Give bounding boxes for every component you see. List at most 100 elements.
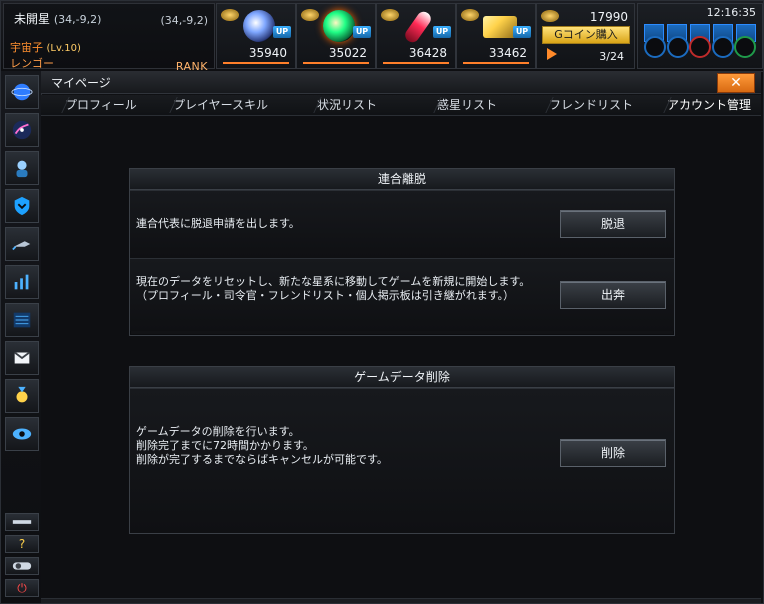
left-nav: ? ⏻ bbox=[1, 71, 42, 603]
user-subtitle: レンゴー bbox=[10, 57, 54, 70]
planet-name-line: 未開星 (34,-9,2) bbox=[14, 10, 101, 27]
window-title: マイページ bbox=[51, 76, 111, 90]
row-text: 現在のデータをリセットし、新たな星系に移動してゲームを新規に開始します。 （プロ… bbox=[136, 275, 530, 303]
settings-icon[interactable] bbox=[5, 513, 39, 531]
planet-icon[interactable] bbox=[5, 75, 39, 109]
commander-icon[interactable] bbox=[5, 151, 39, 185]
resource-bar-fill bbox=[223, 62, 289, 64]
tab-label: 惑星リスト bbox=[437, 98, 498, 112]
help-glyph: ? bbox=[18, 537, 26, 551]
coin-count: 17990 bbox=[589, 10, 628, 24]
fuel-capsule-icon bbox=[402, 9, 434, 45]
row-text-line: （プロフィール・司令官・フレンドリスト・個人掲示板は引き継がれます。） bbox=[136, 289, 515, 302]
resource-value: 33462 bbox=[488, 46, 527, 60]
ring-indicator bbox=[666, 36, 689, 58]
planet-coords-right: (34,-9,2) bbox=[160, 14, 208, 27]
user-name: 宇宙子 bbox=[10, 41, 43, 54]
ship-icon[interactable] bbox=[5, 227, 39, 261]
ring-indicator bbox=[689, 36, 711, 58]
status-panel: 12:16:35 bbox=[637, 3, 763, 69]
eye-icon bbox=[461, 9, 479, 21]
tab-label: プレイヤースキル bbox=[173, 98, 269, 112]
resource-fuel[interactable]: UP 36428 bbox=[376, 3, 456, 69]
resource-metal[interactable]: UP 35940 bbox=[216, 3, 296, 69]
tab-profile[interactable]: プロフィール bbox=[51, 95, 137, 115]
eye-icon bbox=[221, 9, 239, 21]
tab-player-skill[interactable]: プレイヤースキル bbox=[159, 95, 269, 115]
tab-account-management[interactable]: アカウント管理 bbox=[653, 95, 752, 115]
tab-planet-list[interactable]: 惑星リスト bbox=[423, 95, 498, 115]
galaxy-icon[interactable] bbox=[5, 113, 39, 147]
medal-icon[interactable] bbox=[5, 379, 39, 413]
user-level: (Lv.10) bbox=[46, 43, 81, 54]
planet-name: 未開星 bbox=[14, 12, 51, 26]
eye-icon bbox=[541, 10, 559, 22]
coin-panel: 17990 Gコイン購入 3/24 bbox=[536, 3, 635, 69]
game-window: 未開星 (34,-9,2) (34,-9,2) 宇宙子 (Lv.10) レンゴー… bbox=[0, 0, 764, 604]
status-rings bbox=[644, 36, 756, 62]
gold-bars-icon bbox=[483, 16, 517, 38]
tab-label: 状況リスト bbox=[317, 98, 378, 112]
resource-value: 35022 bbox=[328, 46, 367, 60]
buy-coins-button[interactable]: Gコイン購入 bbox=[542, 26, 630, 44]
mail-icon[interactable] bbox=[5, 341, 39, 375]
eye-icon bbox=[381, 9, 399, 21]
top-bar: 未開星 (34,-9,2) (34,-9,2) 宇宙子 (Lv.10) レンゴー… bbox=[1, 1, 763, 73]
toggle-icon[interactable] bbox=[5, 557, 39, 575]
metal-crystal-icon bbox=[243, 10, 275, 42]
flag-icon bbox=[547, 48, 557, 60]
ring-indicator bbox=[734, 36, 756, 58]
ring-indicator bbox=[711, 36, 734, 58]
row-text: ゲームデータの削除を行います。 削除完了までに72時間かかります。 削除が完了す… bbox=[136, 425, 388, 467]
panel-row: 連合代表に脱退申請を出します。 脱退 bbox=[130, 190, 674, 258]
resource-up-badge: UP bbox=[513, 26, 531, 38]
restart-button[interactable]: 出奔 bbox=[560, 281, 666, 309]
alliance-leave-panel: 連合離脱 連合代表に脱退申請を出します。 脱退 現在のデータをリセットし、新たな… bbox=[129, 168, 675, 336]
help-icon[interactable]: ? bbox=[5, 535, 39, 553]
fleet-ratio: 3/24 bbox=[599, 50, 624, 63]
window-header: マイページ ✕ bbox=[41, 71, 761, 94]
withdraw-button[interactable]: 脱退 bbox=[560, 210, 666, 238]
shield-icon[interactable] bbox=[5, 189, 39, 223]
planet-info: 未開星 (34,-9,2) (34,-9,2) 宇宙子 (Lv.10) レンゴー… bbox=[3, 3, 215, 73]
row-text-line: ゲームデータの削除を行います。 bbox=[136, 425, 300, 438]
resource-bar-fill bbox=[303, 62, 369, 64]
close-button[interactable]: ✕ bbox=[717, 73, 755, 93]
resource-bar: UP 35940 UP 35022 UP 36428 UP 33462 bbox=[216, 3, 536, 69]
tab-status-list[interactable]: 状況リスト bbox=[303, 95, 378, 115]
delete-game-data-panel: ゲームデータ削除 ゲームデータの削除を行います。 削除完了までに72時間かかりま… bbox=[129, 366, 675, 534]
left-nav-bottom: ? ⏻ bbox=[5, 509, 39, 597]
clock: 12:16:35 bbox=[706, 6, 756, 19]
resource-up-badge: UP bbox=[273, 26, 291, 38]
panel-row: 現在のデータをリセットし、新たな星系に移動してゲームを新規に開始します。 （プロ… bbox=[130, 258, 674, 331]
user-name-line: 宇宙子 (Lv.10) bbox=[10, 39, 81, 55]
power-icon[interactable]: ⏻ bbox=[5, 579, 39, 597]
map-icon[interactable] bbox=[5, 303, 39, 337]
tab-strip: プロフィール プレイヤースキル 状況リスト 惑星リスト フレンドリスト アカウン… bbox=[41, 95, 761, 116]
planet-coords-inline: (34,-9,2) bbox=[53, 13, 102, 26]
eye-icon bbox=[301, 9, 319, 21]
row-text: 連合代表に脱退申請を出します。 bbox=[136, 217, 300, 231]
resource-value: 36428 bbox=[408, 46, 447, 60]
resource-bar-fill bbox=[463, 62, 529, 64]
ring-indicator bbox=[644, 36, 666, 58]
chart-icon[interactable] bbox=[5, 265, 39, 299]
panel-title: ゲームデータ削除 bbox=[130, 367, 674, 388]
power-glyph: ⏻ bbox=[17, 580, 27, 595]
tab-label: アカウント管理 bbox=[667, 98, 752, 112]
tab-friend-list[interactable]: フレンドリスト bbox=[535, 95, 634, 115]
resource-up-badge: UP bbox=[433, 26, 451, 38]
resource-energy[interactable]: UP 35022 bbox=[296, 3, 376, 69]
row-text-line: 削除が完了するまでならばキャンセルが可能です。 bbox=[136, 453, 388, 466]
energy-orb-icon bbox=[323, 10, 355, 42]
row-text-line: 連合代表に脱退申請を出します。 bbox=[136, 217, 300, 230]
resource-gold[interactable]: UP 33462 bbox=[456, 3, 536, 69]
delete-button[interactable]: 削除 bbox=[560, 439, 666, 467]
bottom-divider bbox=[41, 598, 761, 603]
panel-row: ゲームデータの削除を行います。 削除完了までに72時間かかります。 削除が完了す… bbox=[130, 388, 674, 533]
resource-up-badge: UP bbox=[353, 26, 371, 38]
panel-title: 連合離脱 bbox=[130, 169, 674, 190]
main-content: 連合離脱 連合代表に脱退申請を出します。 脱退 現在のデータをリセットし、新たな… bbox=[41, 116, 761, 603]
eye-icon[interactable] bbox=[5, 417, 39, 451]
tab-label: フレンドリスト bbox=[549, 98, 634, 112]
